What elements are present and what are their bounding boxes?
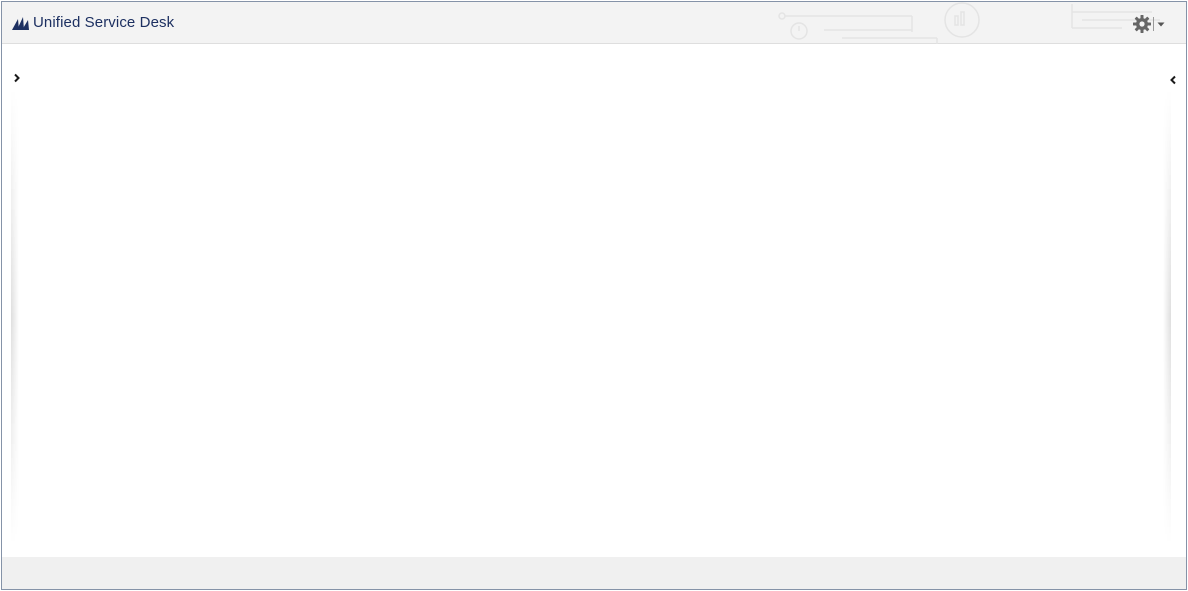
- caret-down-icon: [1157, 22, 1165, 27]
- left-panel-edge-shadow: [11, 89, 19, 544]
- gear-icon: [1133, 15, 1151, 33]
- settings-menu-button[interactable]: [1132, 14, 1168, 34]
- status-bar: [2, 557, 1186, 589]
- settings-separator: [1153, 17, 1154, 31]
- dynamics-logo-icon: [12, 17, 29, 30]
- app-window: Unified Service Desk: [1, 1, 1187, 590]
- circuit-watermark: [778, 2, 1160, 44]
- right-panel-edge-shadow: [1163, 89, 1171, 544]
- app-header: Unified Service Desk: [2, 2, 1186, 44]
- left-panel-collapsed: [2, 44, 26, 557]
- main-workspace: [2, 44, 1186, 557]
- chevron-left-icon[interactable]: [1167, 74, 1179, 86]
- right-panel-collapsed: [1162, 44, 1186, 557]
- app-title: Unified Service Desk: [33, 14, 175, 31]
- chevron-right-icon[interactable]: [11, 72, 23, 84]
